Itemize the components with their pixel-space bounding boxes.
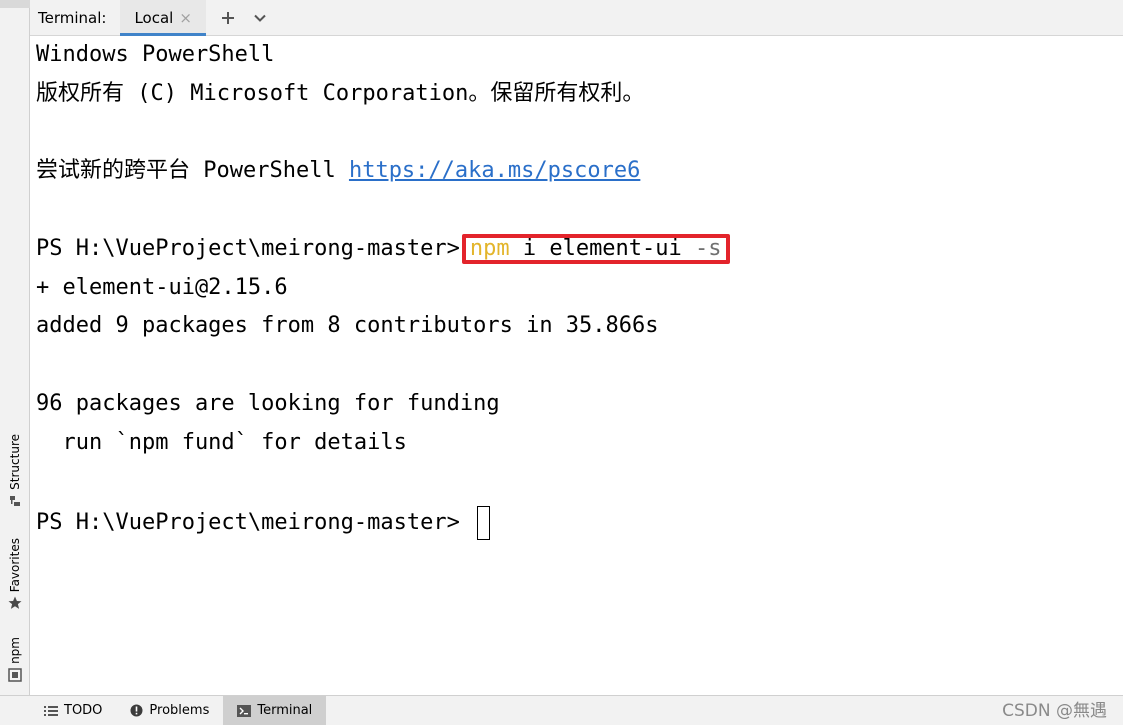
text-cursor[interactable] <box>477 506 491 540</box>
structure-icon <box>8 494 22 508</box>
strip-top-accent <box>0 0 30 8</box>
tab-label: Local <box>134 8 174 27</box>
prompt: PS H:\VueProject\meirong-master> <box>36 236 460 261</box>
command-npm: npm <box>469 236 510 261</box>
terminal-header: Terminal: Local × <box>30 0 1123 36</box>
terminal-output[interactable]: Windows PowerShell 版权所有 (C) Microsoft Co… <box>30 36 1123 695</box>
tool-window-title: Terminal: <box>38 8 107 27</box>
terminal-line: 版权所有 (C) Microsoft Corporation。保留所有权利。 <box>36 81 645 106</box>
plus-icon[interactable] <box>218 8 238 28</box>
bottom-tab-todo[interactable]: TODO <box>30 696 116 725</box>
tab-local[interactable]: Local × <box>120 0 207 36</box>
terminal-line: 96 packages are looking for funding <box>36 391 500 416</box>
sidebar-item-label: Favorites <box>8 537 22 592</box>
terminal-line: run `npm fund` for details <box>36 430 407 455</box>
star-icon <box>8 596 22 610</box>
chevron-down-icon[interactable] <box>250 8 270 28</box>
npm-icon <box>8 668 22 682</box>
command-args: i element-ui <box>509 236 696 261</box>
sidebar-item-label: Structure <box>8 434 22 490</box>
sidebar-item-label: npm <box>8 637 22 664</box>
bottom-tool-bar: TODO Problems Terminal CSDN @無遇 <box>0 695 1123 725</box>
terminal-icon <box>237 704 252 717</box>
highlighted-command: npm i element-ui -s <box>461 234 730 264</box>
list-icon <box>44 705 58 717</box>
terminal-line: + element-ui@2.15.6 <box>36 275 288 300</box>
terminal-line: Windows PowerShell <box>36 42 275 67</box>
pscore-link[interactable]: https://aka.ms/pscore6 <box>349 158 640 183</box>
close-icon[interactable]: × <box>179 9 192 27</box>
watermark: CSDN @無遇 <box>1002 701 1107 721</box>
bottom-tab-terminal[interactable]: Terminal <box>223 696 327 725</box>
sidebar-item-structure[interactable]: Structure <box>0 424 30 510</box>
bottom-tab-label: Terminal <box>257 703 313 718</box>
terminal-text: 尝试新的跨平台 PowerShell <box>36 158 349 183</box>
terminal-line: 尝试新的跨平台 PowerShell https://aka.ms/pscore… <box>36 156 640 186</box>
prompt: PS H:\VueProject\meirong-master> <box>36 510 474 535</box>
sidebar-item-npm[interactable]: npm <box>0 630 30 684</box>
sidebar-item-favorites[interactable]: Favorites <box>0 530 30 612</box>
left-tool-strip: Structure Favorites npm <box>0 0 30 695</box>
terminal-line: added 9 packages from 8 contributors in … <box>36 313 659 338</box>
bottom-tab-label: TODO <box>64 703 103 718</box>
bottom-tab-problems[interactable]: Problems <box>116 696 223 725</box>
bottom-tab-label: Problems <box>149 703 210 718</box>
terminal-prompt-line: PS H:\VueProject\meirong-master> <box>36 505 491 541</box>
info-icon <box>130 704 143 717</box>
command-flag: -s <box>695 236 722 261</box>
terminal-command-line: PS H:\VueProject\meirong-master> npm i el… <box>36 234 730 264</box>
